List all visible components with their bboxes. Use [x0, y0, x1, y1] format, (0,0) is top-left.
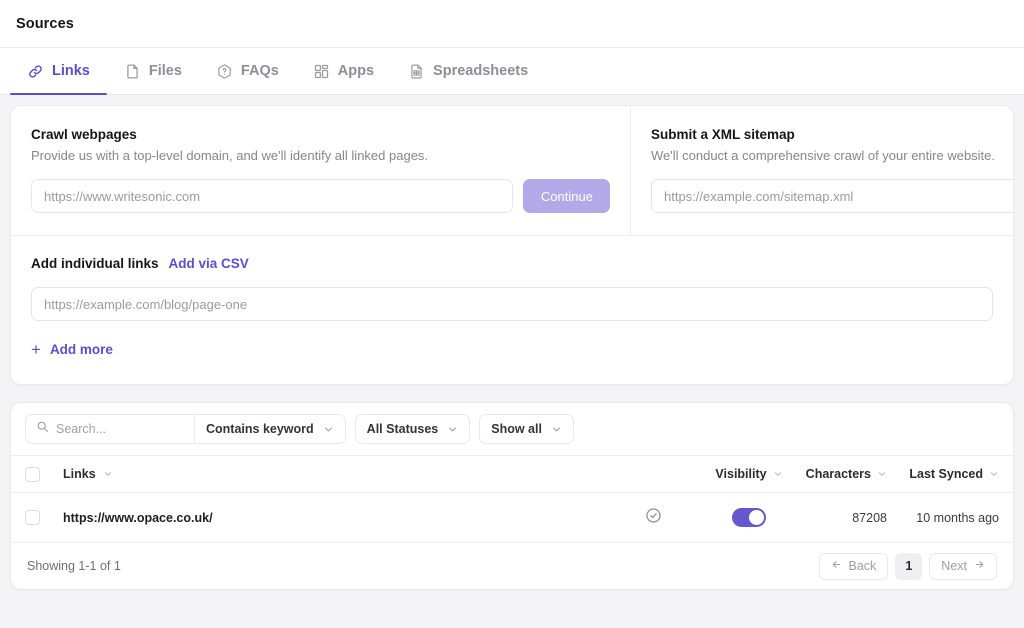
- xml-sitemap-pane: Submit a XML sitemap We'll conduct a com…: [631, 106, 1014, 235]
- add-more-label: Add more: [50, 342, 113, 357]
- chevron-down-icon: [447, 424, 458, 435]
- chevron-down-icon: [551, 424, 562, 435]
- tab-label: FAQs: [241, 63, 279, 79]
- tab-links[interactable]: Links: [10, 48, 107, 94]
- tab-apps[interactable]: Apps: [296, 48, 391, 94]
- arrow-left-icon: [831, 559, 842, 573]
- check-circle-icon: [645, 507, 662, 529]
- showing-count: Showing 1-1 of 1: [27, 559, 121, 573]
- header-last-synced[interactable]: Last Synced: [887, 467, 999, 481]
- source-tabs: Links Files FAQs: [0, 47, 1024, 95]
- keyword-filter-label: Contains keyword: [206, 422, 314, 436]
- header-characters[interactable]: Characters: [797, 467, 887, 481]
- individual-title-row: Add individual links Add via CSV: [31, 256, 993, 271]
- tab-files[interactable]: Files: [107, 48, 199, 94]
- sources-top-split: Crawl webpages Provide us with a top-lev…: [11, 106, 1013, 235]
- pagination-next-button[interactable]: Next: [929, 553, 997, 580]
- crawl-input-row: Continue: [31, 179, 610, 213]
- row-last-synced: 10 months ago: [887, 511, 999, 525]
- table-footer: Showing 1-1 of 1 Back 1 Next: [11, 543, 1013, 589]
- toggle-knob: [749, 510, 764, 525]
- chevron-down-icon: [323, 424, 334, 435]
- chevron-down-icon: [877, 469, 887, 479]
- row-characters: 87208: [797, 511, 887, 525]
- header-visibility[interactable]: Visibility: [701, 467, 797, 481]
- chevron-down-icon: [773, 469, 783, 479]
- show-filter-select[interactable]: Show all: [479, 414, 574, 444]
- row-visibility-cell: [701, 508, 797, 527]
- tab-spreadsheets[interactable]: Spreadsheets: [391, 48, 545, 94]
- header-visibility-wrap: Visibility: [715, 467, 782, 481]
- show-filter-label: Show all: [491, 422, 542, 436]
- tab-label: Files: [149, 63, 182, 79]
- sitemap-title: Submit a XML sitemap: [651, 127, 1014, 142]
- pagination-controls: Back 1 Next: [819, 553, 998, 580]
- tab-label: Links: [52, 63, 90, 79]
- arrow-right-icon: [974, 559, 985, 573]
- header-last-synced-label: Last Synced: [909, 467, 983, 481]
- table-toolbar: Contains keyword All Statuses Show all: [11, 403, 1013, 455]
- header-links[interactable]: Links: [63, 467, 605, 481]
- row-status-cell: [605, 507, 701, 529]
- row-select-cell: [25, 510, 63, 525]
- pagination-back-button[interactable]: Back: [819, 553, 889, 580]
- apps-grid-icon: [313, 63, 330, 80]
- continue-button[interactable]: Continue: [523, 179, 610, 213]
- crawl-subtitle: Provide us with a top-level domain, and …: [31, 148, 610, 163]
- crawl-url-input[interactable]: [31, 179, 513, 213]
- link-icon: [27, 63, 44, 80]
- status-filter-select[interactable]: All Statuses: [355, 414, 471, 444]
- sitemap-subtitle: We'll conduct a comprehensive crawl of y…: [651, 148, 1014, 163]
- search-filter-group: Contains keyword: [25, 414, 346, 444]
- add-via-csv-link[interactable]: Add via CSV: [169, 256, 249, 271]
- individual-input-row: [31, 287, 993, 321]
- tab-label: Spreadsheets: [433, 63, 528, 79]
- header-visibility-label: Visibility: [715, 467, 766, 481]
- tab-faqs[interactable]: FAQs: [199, 48, 296, 94]
- table-header-row: Links Visibility Characters: [11, 455, 1013, 493]
- sitemap-url-input[interactable]: [651, 179, 1014, 213]
- keyword-filter-select[interactable]: Contains keyword: [195, 415, 345, 443]
- individual-title: Add individual links: [31, 256, 159, 271]
- header-links-label: Links: [63, 467, 96, 481]
- search-input[interactable]: [56, 422, 184, 436]
- chevron-down-icon: [103, 469, 113, 479]
- row-link-url[interactable]: https://www.opace.co.uk/: [63, 511, 213, 525]
- page-title: Sources: [16, 16, 74, 32]
- header-characters-label: Characters: [806, 467, 871, 481]
- spreadsheet-icon: [408, 63, 425, 80]
- tab-label: Apps: [338, 63, 374, 79]
- search-box[interactable]: [26, 415, 194, 443]
- links-table-card: Contains keyword All Statuses Show all: [10, 402, 1014, 590]
- search-icon: [36, 420, 49, 438]
- pagination-page-1[interactable]: 1: [895, 553, 922, 580]
- content-area: Crawl webpages Provide us with a top-lev…: [0, 95, 1024, 590]
- header-last-synced-wrap: Last Synced: [887, 467, 999, 481]
- select-all-cell: [25, 467, 63, 482]
- visibility-toggle[interactable]: [732, 508, 766, 527]
- sources-input-card: Crawl webpages Provide us with a top-lev…: [10, 105, 1014, 385]
- crawl-webpages-pane: Crawl webpages Provide us with a top-lev…: [11, 106, 631, 235]
- header-characters-wrap: Characters: [797, 467, 887, 481]
- top-header-bar: Sources: [0, 0, 1024, 47]
- pagination-back-label: Back: [849, 559, 877, 573]
- table-row[interactable]: https://www.opace.co.uk/ 87208 10 months…: [11, 493, 1013, 543]
- question-hexagon-icon: [216, 63, 233, 80]
- individual-url-input[interactable]: [31, 287, 993, 321]
- chevron-down-icon: [989, 469, 999, 479]
- row-link-cell: https://www.opace.co.uk/: [63, 511, 605, 525]
- sitemap-input-row: [651, 179, 1014, 213]
- status-filter-label: All Statuses: [367, 422, 439, 436]
- row-checkbox[interactable]: [25, 510, 40, 525]
- select-all-checkbox[interactable]: [25, 467, 40, 482]
- plus-icon: +: [31, 341, 41, 358]
- individual-links-pane: Add individual links Add via CSV + Add m…: [11, 236, 1013, 384]
- add-more-button[interactable]: + Add more: [31, 341, 113, 358]
- crawl-title: Crawl webpages: [31, 127, 610, 142]
- pagination-next-label: Next: [941, 559, 967, 573]
- file-icon: [124, 63, 141, 80]
